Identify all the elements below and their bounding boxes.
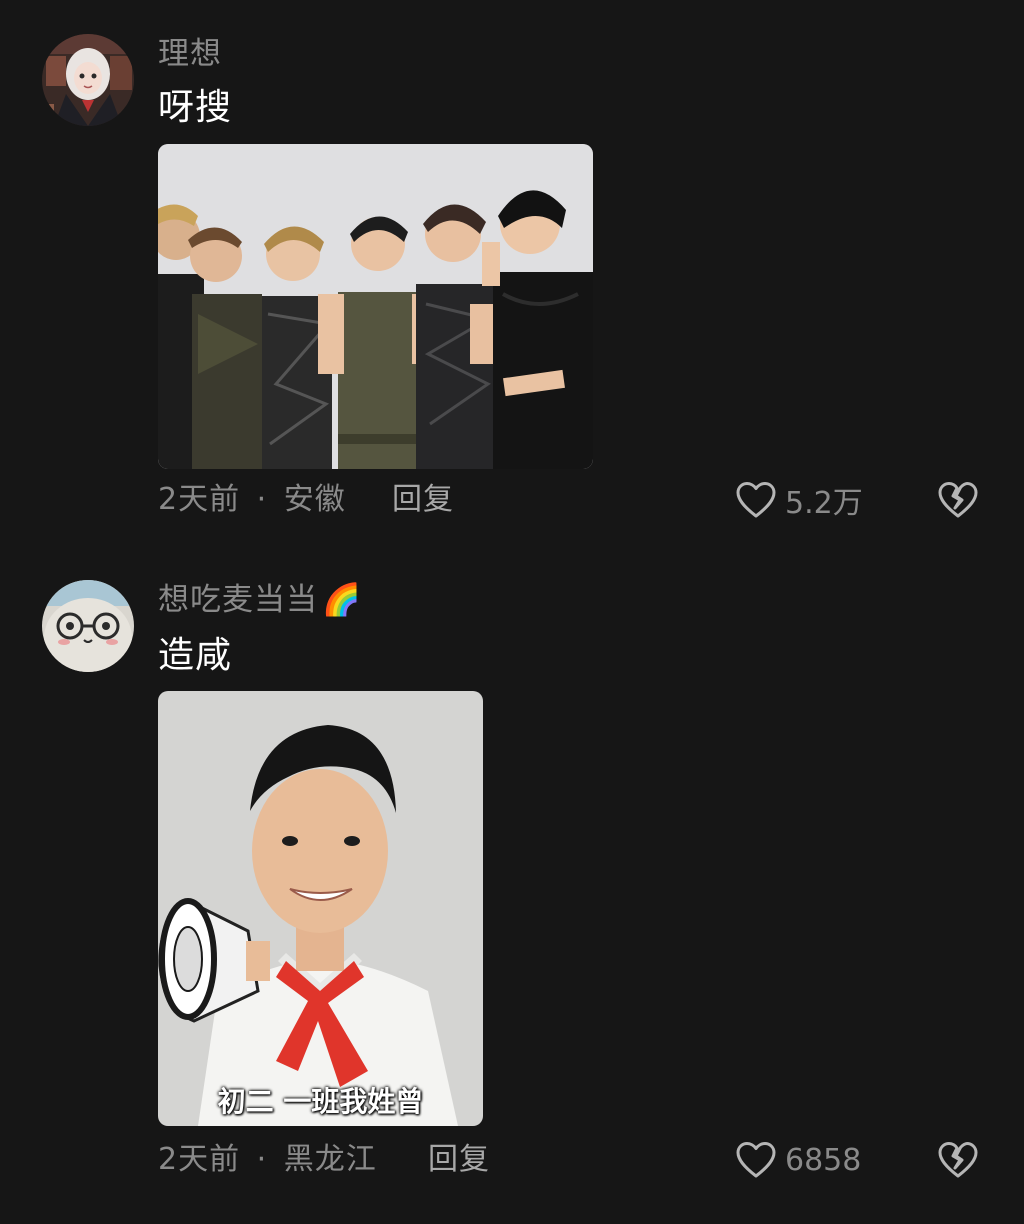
group-photo-image: [158, 144, 593, 469]
comment-meta: 2天前 · 黑龙江: [158, 1140, 377, 1180]
avatar[interactable]: [42, 34, 134, 126]
dislike-button[interactable]: [936, 478, 980, 522]
comment-text: 造咸: [158, 635, 233, 676]
username-text: 想吃麦当当: [158, 582, 318, 618]
username[interactable]: 理想: [158, 34, 222, 74]
username[interactable]: 想吃麦当当 🌈: [158, 580, 362, 620]
heart-outline-icon: [736, 482, 776, 518]
comment-meta: 2天前 · 安徽: [158, 480, 346, 520]
avatar-plush-glasses-image: [42, 580, 134, 672]
image-caption: 初二 一班我姓曾: [217, 1085, 424, 1118]
reply-button[interactable]: 回复: [392, 480, 454, 520]
avatar[interactable]: [42, 580, 134, 672]
comment-item: 想吃麦当当 🌈 造咸 初二 一班我姓曾 2天前 · 黑龙江 回复 6858: [0, 570, 1024, 1224]
comment-text: 呀搜: [158, 87, 233, 128]
dislike-button[interactable]: [936, 1138, 980, 1182]
like-button[interactable]: 6858: [735, 1138, 861, 1182]
comment-image[interactable]: 初二 一班我姓曾: [158, 691, 483, 1126]
reply-button[interactable]: 回复: [428, 1140, 490, 1180]
broken-heart-icon: [938, 482, 978, 518]
meta-separator: ·: [256, 1142, 268, 1177]
megaphone-photo-image: [158, 691, 483, 1126]
comment-location: 黑龙江: [283, 1142, 377, 1177]
meta-separator: ·: [256, 482, 268, 517]
comment-time: 2天前: [158, 482, 241, 517]
comment-time: 2天前: [158, 1142, 241, 1177]
like-count: 5.2万: [785, 486, 863, 521]
like-count: 6858: [785, 1142, 862, 1178]
comment-location: 安徽: [283, 482, 346, 517]
heart-outline-icon: [736, 1142, 776, 1178]
rainbow-emoji: 🌈: [322, 582, 362, 618]
comment-image[interactable]: [158, 144, 593, 469]
comment-item: 理想 呀搜 2天前 · 安徽 回复 5.2万: [0, 0, 1024, 540]
broken-heart-icon: [938, 1142, 978, 1178]
like-button[interactable]: 5.2万: [735, 478, 863, 522]
avatar-anime-girl-image: [42, 34, 134, 126]
